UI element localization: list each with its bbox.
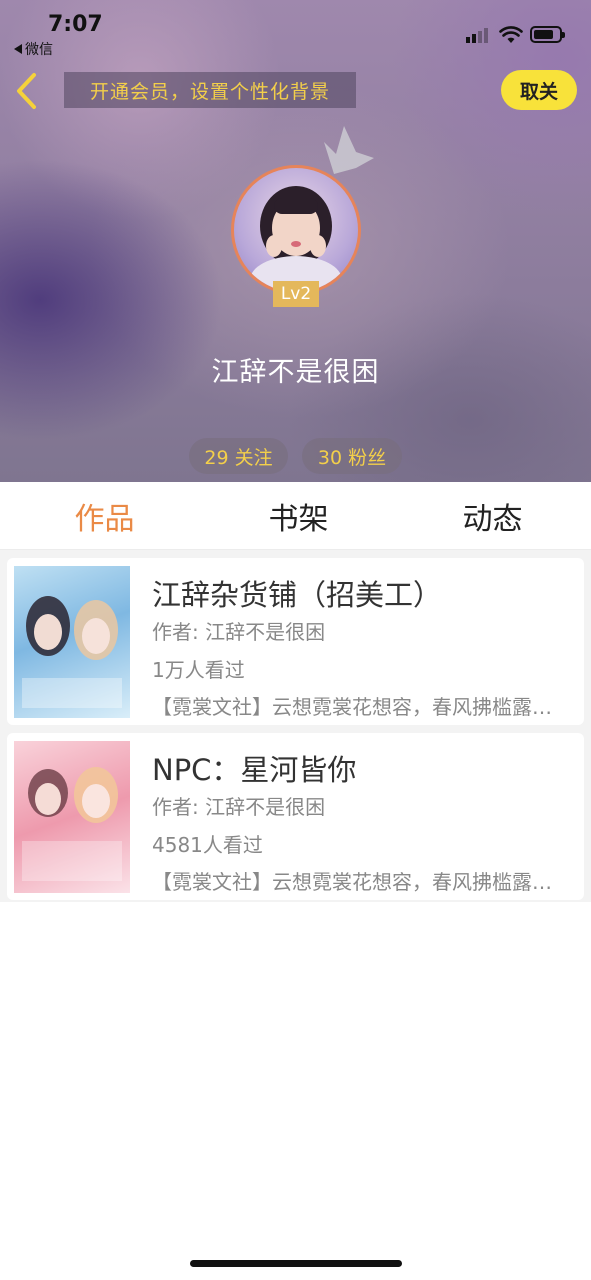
works-list: 江辞杂货铺（招美工） 作者: 江辞不是很困 1万人看过 【霓裳文社】云想霓裳花想… xyxy=(0,550,591,902)
tab-works[interactable]: 作品 xyxy=(6,482,203,550)
fans-count[interactable]: 30 粉丝 xyxy=(302,438,402,474)
level-badge: Lv2 xyxy=(273,281,319,307)
wifi-icon xyxy=(499,26,523,43)
work-title: 江辞杂货铺（招美工） xyxy=(152,578,443,612)
back-button[interactable] xyxy=(12,72,42,110)
tab-activity[interactable]: 动态 xyxy=(394,482,591,550)
home-indicator[interactable] xyxy=(190,1260,402,1267)
book-cover xyxy=(14,741,130,893)
status-time: 7:07 xyxy=(48,12,103,37)
profile-header: 7:07 微信 开通会员，设置个性化背景 取关 Lv2 江辞不是很困 29 关注… xyxy=(0,0,591,482)
work-description: 【霓裳文社】云想霓裳花想容，春风拂槛露华浓 xyxy=(152,870,552,894)
avatar-portrait xyxy=(250,186,342,292)
profile-tabs: 作品 书架 动态 xyxy=(0,482,591,550)
status-back-to-app[interactable]: 微信 xyxy=(14,39,53,59)
work-card[interactable]: NPC：星河皆你 作者: 江辞不是很困 4581人看过 【霓裳文社】云想霓裳花想… xyxy=(7,733,584,900)
unfollow-button[interactable]: 取关 xyxy=(501,70,577,110)
book-cover-art xyxy=(22,596,122,708)
book-cover xyxy=(14,566,130,718)
back-triangle-icon xyxy=(14,44,22,54)
status-back-label: 微信 xyxy=(25,42,53,58)
following-count[interactable]: 29 关注 xyxy=(189,438,288,474)
work-views: 1万人看过 xyxy=(152,658,245,682)
signal-icon xyxy=(466,28,488,43)
work-author: 作者: 江辞不是很困 xyxy=(152,795,326,819)
battery-icon xyxy=(530,26,565,43)
avatar[interactable] xyxy=(231,165,361,295)
vip-background-banner[interactable]: 开通会员，设置个性化背景 xyxy=(64,72,356,108)
tab-bookshelf[interactable]: 书架 xyxy=(200,482,397,550)
work-description: 【霓裳文社】云想霓裳花想容，春风拂槛露华浓 xyxy=(152,695,552,719)
chevron-left-icon xyxy=(17,73,36,109)
work-author: 作者: 江辞不是很困 xyxy=(152,620,326,644)
work-views: 4581人看过 xyxy=(152,833,263,857)
work-title: NPC：星河皆你 xyxy=(152,753,357,787)
username: 江辞不是很困 xyxy=(211,357,380,388)
work-card[interactable]: 江辞杂货铺（招美工） 作者: 江辞不是很困 1万人看过 【霓裳文社】云想霓裳花想… xyxy=(7,558,584,725)
book-cover-art xyxy=(22,767,122,881)
